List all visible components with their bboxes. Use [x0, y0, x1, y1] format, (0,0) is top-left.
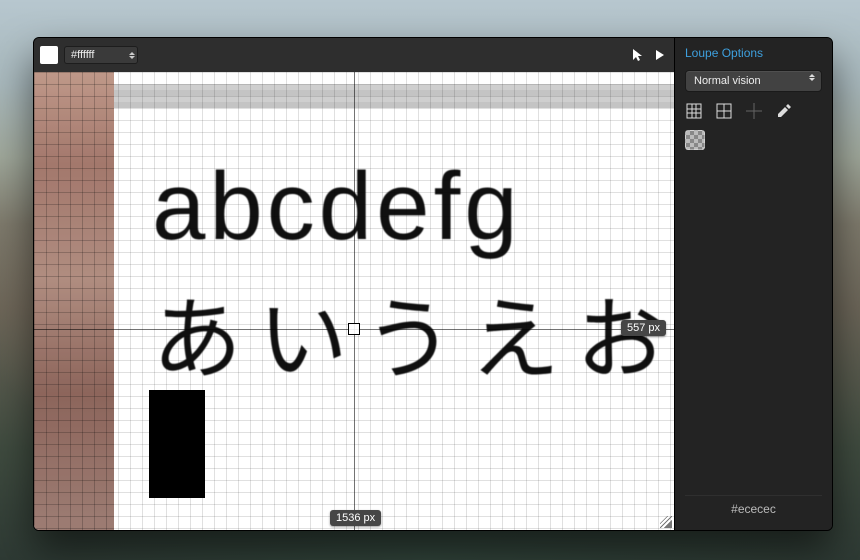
cursor-y-label: 557 px — [621, 320, 666, 336]
sampled-swatch-row — [685, 130, 822, 150]
eyedropper-icon[interactable] — [775, 102, 793, 120]
cursor-x-label: 1536 px — [330, 510, 381, 526]
sample-text-line-1: abcdefg — [152, 152, 522, 262]
sampled-swatch[interactable] — [685, 130, 705, 150]
toolbar: #ffffff — [34, 38, 674, 72]
loupe-options-sidebar: Loupe Options Normal vision #ececec — [674, 38, 832, 530]
sampled-edge-strip — [34, 72, 114, 530]
current-color-swatch[interactable] — [40, 46, 58, 64]
grid-2x2-icon[interactable] — [715, 102, 733, 120]
text-caret-block — [149, 390, 205, 498]
crosshair-icon[interactable] — [745, 102, 763, 120]
resize-grip[interactable] — [660, 516, 672, 528]
vision-simulation-value: Normal vision — [694, 75, 761, 87]
crosshair-vertical — [354, 72, 355, 530]
sample-text-line-2: あいうえお — [152, 267, 674, 397]
hover-hex-readout: #ececec — [685, 495, 822, 522]
pointer-icon[interactable] — [630, 47, 646, 63]
sidebar-title: Loupe Options — [685, 46, 822, 60]
loupe-tool-row — [685, 102, 822, 120]
hex-stepper[interactable] — [129, 52, 139, 59]
hex-color-field[interactable]: #ffffff — [64, 46, 138, 64]
vision-simulation-select[interactable]: Normal vision — [685, 70, 822, 92]
crosshair-center — [348, 323, 360, 335]
play-icon[interactable] — [652, 47, 668, 63]
magnifier-viewport[interactable]: abcdefg あいうえお 557 px 1536 px — [34, 72, 674, 530]
loupe-window: #ffffff abcdefg あいうえお 557 px 1536 px Lou… — [33, 37, 833, 531]
grid-3x3-icon[interactable] — [685, 102, 703, 120]
sampled-titlebar-strip — [114, 84, 674, 108]
